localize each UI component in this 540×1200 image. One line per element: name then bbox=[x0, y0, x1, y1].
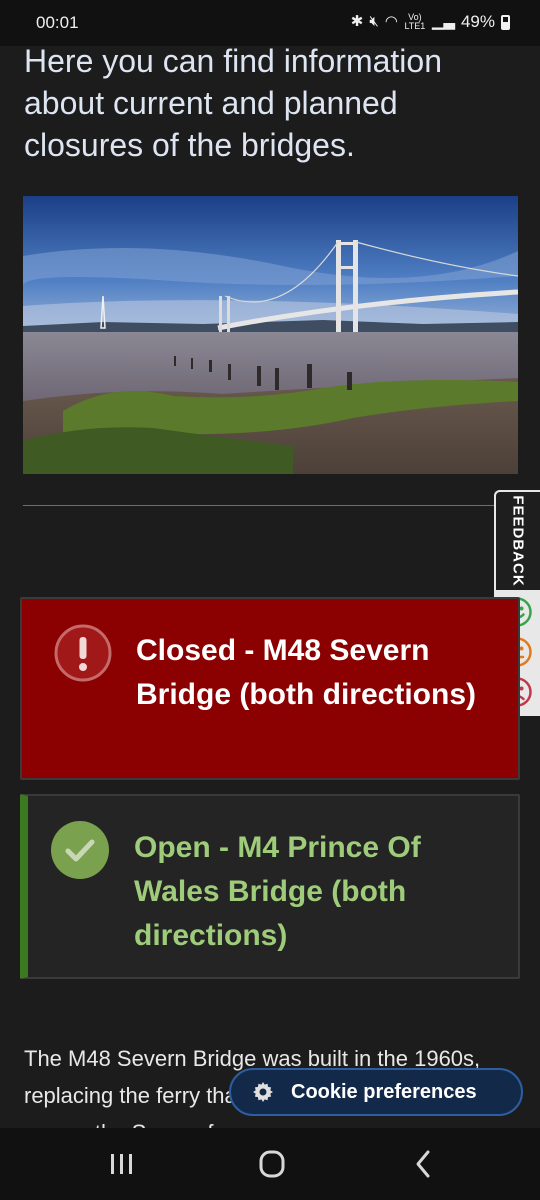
section-divider bbox=[23, 505, 518, 506]
back-icon[interactable] bbox=[404, 1148, 444, 1180]
feedback-label: FEEDBACK bbox=[509, 495, 527, 587]
severn-bridge-photo bbox=[23, 196, 518, 474]
network-label: Vo) LTE1 bbox=[404, 12, 426, 31]
check-icon bbox=[51, 821, 109, 879]
closure-title: Closed - M48 Severn Bridge (both directi… bbox=[136, 634, 476, 711]
mute-icon: 🔇︎ bbox=[369, 13, 379, 30]
status-time: 00:01 bbox=[36, 13, 79, 32]
android-nav-bar bbox=[0, 1128, 540, 1200]
wifi-icon: ◠ bbox=[384, 13, 398, 30]
cookie-preferences-label: Cookie preferences bbox=[291, 1080, 477, 1103]
closure-card-m4: Open - M4 Prince Of Wales Bridge (both d… bbox=[20, 794, 520, 979]
feedback-label-box[interactable]: FEEDBACK bbox=[494, 490, 540, 592]
closure-card-m48: Closed - M48 Severn Bridge (both directi… bbox=[20, 597, 520, 780]
intro-text: Here you can find information about curr… bbox=[24, 43, 442, 163]
battery-percent: 49% bbox=[460, 12, 495, 31]
signal-icon: ▁▃ bbox=[431, 13, 455, 30]
gear-icon bbox=[253, 1082, 273, 1102]
exclamation-icon bbox=[54, 624, 112, 682]
cookie-preferences-button[interactable]: Cookie preferences bbox=[229, 1068, 523, 1116]
home-icon[interactable] bbox=[252, 1148, 292, 1180]
bluetooth-icon: ✱ bbox=[350, 13, 364, 30]
closure-title: Open - M4 Prince Of Wales Bridge (both d… bbox=[134, 831, 421, 952]
status-icons: ✱ 🔇︎ ◠ Vo) LTE1 ▁▃ 49% bbox=[351, 12, 510, 32]
recent-apps-icon[interactable] bbox=[102, 1148, 142, 1180]
battery-icon bbox=[501, 14, 510, 30]
